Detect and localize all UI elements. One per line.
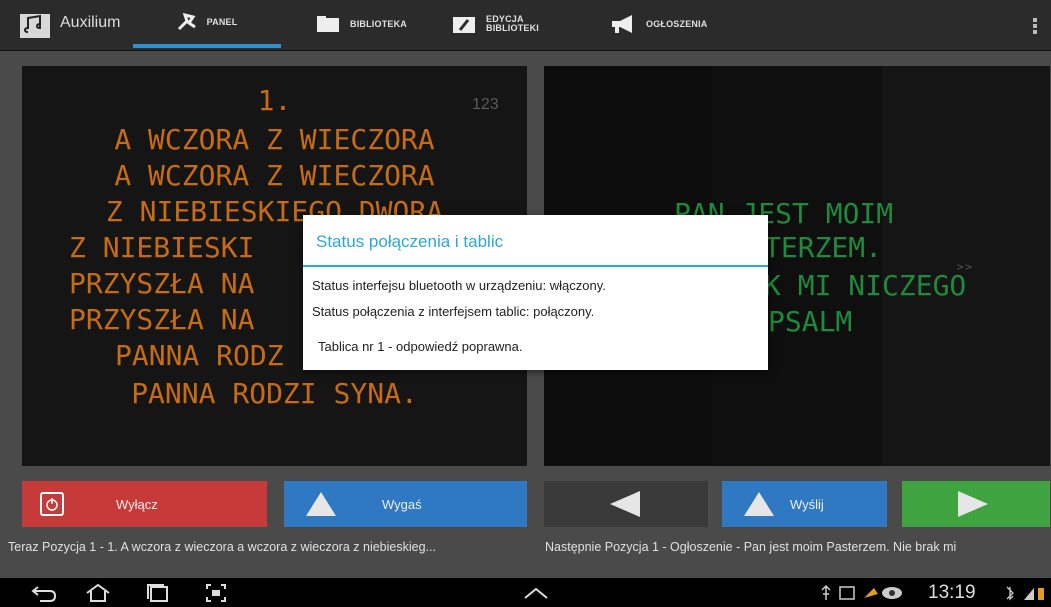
clock: 13:19 [928, 582, 976, 603]
bluetooth-status-text: Status interfejsu bluetooth w urządzeniu… [312, 278, 606, 293]
tab-ogloszenia-label: OGŁOSZENIA [646, 18, 708, 29]
send-label: Wyślij [790, 496, 824, 512]
action-bar: Auxilium PANEL BIBLIOTEKA EDYCJA BIBLIOT… [0, 0, 1051, 51]
connection-status-text: Status połączenia z interfejsem tablic: … [312, 304, 595, 319]
turn-off-button[interactable]: Wyłącz [22, 481, 267, 527]
system-nav-bar: 13:19 [0, 578, 1051, 607]
folder-edit-icon [453, 17, 475, 33]
next-item-status: Następnie Pozycja 1 - Ogłoszenie - Pan j… [545, 540, 957, 554]
back-icon[interactable] [30, 583, 58, 603]
notification-icons [821, 584, 902, 600]
recent-apps-icon[interactable] [144, 583, 172, 603]
connection-status-dialog: Status połączenia i tablic Status interf… [303, 215, 768, 370]
tab-panel[interactable]: PANEL [133, 0, 281, 48]
folder-icon [317, 16, 339, 32]
chevron-up-icon[interactable] [523, 586, 549, 600]
dialog-divider [303, 265, 768, 267]
triangle-up-icon [744, 492, 774, 516]
send-button[interactable]: Wyślij [722, 481, 887, 527]
megaphone-icon [612, 15, 632, 33]
announcement-line: K MI NICZEGO [764, 269, 967, 302]
triangle-up-icon [306, 492, 336, 516]
tab-biblioteka[interactable]: BIBLIOTEKA [316, 0, 416, 48]
board-status-text: Tablica nr 1 - odpowiedź poprawna. [318, 339, 523, 354]
arrow-right-icon [958, 491, 988, 517]
dim-label: Wygaś [382, 496, 422, 512]
arrow-left-icon [610, 491, 640, 517]
tab-ogloszenia[interactable]: OGŁOSZENIA [610, 0, 730, 48]
screenshot-icon[interactable] [205, 583, 227, 603]
previous-button[interactable] [544, 481, 708, 527]
lyric-line: PANNA RODZI SYNA. [131, 377, 418, 410]
home-icon[interactable] [84, 583, 112, 603]
announcement-line: PSALM [768, 305, 853, 338]
current-item-status: Teraz Pozycja 1 - 1. A wczora z wieczora… [8, 540, 436, 554]
dim-button[interactable]: Wygaś [284, 481, 527, 527]
status-icons [1006, 586, 1044, 601]
tab-edycja-biblioteki[interactable]: EDYCJA BIBLIOTEKI [452, 0, 572, 48]
panel-icon [177, 13, 196, 31]
next-button[interactable] [902, 481, 1050, 527]
announcement-line: TERZEM. [764, 231, 883, 264]
app-logo-icon[interactable] [20, 14, 50, 38]
tab-biblioteka-label: BIBLIOTEKA [350, 18, 407, 29]
song-number: 1. [257, 84, 292, 117]
app-title: Auxilium [60, 14, 121, 31]
overflow-menu-icon[interactable] [1033, 18, 1037, 34]
tab-panel-label: PANEL [206, 16, 238, 27]
turn-off-label: Wyłącz [116, 496, 158, 512]
dialog-title: Status połączenia i tablic [316, 232, 504, 251]
power-icon [40, 492, 64, 516]
lyric-line: A WCZORA Z WIECZORA [114, 159, 435, 192]
lyric-line: A WCZORA Z WIECZORA [114, 123, 435, 156]
arrows-label: >> [956, 262, 973, 273]
tab-edycja-label-2: BIBLIOTEKI [486, 23, 539, 33]
